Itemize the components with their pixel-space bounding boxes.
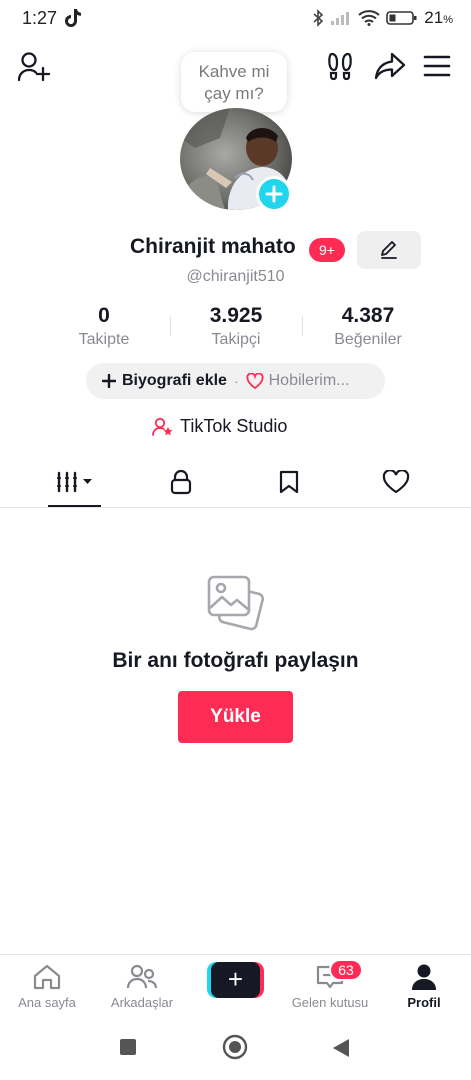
tiktok-studio-link[interactable]: TikTok Studio	[152, 416, 287, 437]
nav-profile-label: Profil	[407, 995, 441, 1010]
battery-level: 21%	[424, 8, 453, 27]
likes-count: 4.387	[341, 304, 395, 327]
friends-icon	[126, 964, 158, 989]
heart-icon	[246, 373, 264, 389]
empty-state-title: Bir anı fotoğrafı paylaşın	[112, 649, 359, 672]
add-friend-button[interactable]	[14, 50, 54, 84]
profile-icon	[412, 964, 436, 990]
edit-profile-button[interactable]	[357, 231, 421, 269]
share-icon	[374, 52, 406, 80]
recent-apps-icon[interactable]	[118, 1037, 138, 1057]
nav-friends-label: Arkadaşlar	[110, 995, 174, 1010]
followers-count: 3.925	[209, 304, 263, 327]
profile-stats: 0 Takipte 3.925 Takipçi 4.387 Beğeniler	[0, 304, 471, 354]
following-count: 0	[98, 304, 110, 327]
bookmark-icon	[279, 470, 299, 494]
profile-note-bubble[interactable]: Kahve mi çay mı?	[181, 52, 287, 112]
bio-separator: ·	[233, 373, 239, 389]
stat-divider	[170, 316, 171, 336]
active-tab-indicator	[48, 505, 101, 507]
nav-profile[interactable]: Profil	[379, 963, 469, 1010]
upload-button[interactable]: Yükle	[178, 691, 293, 743]
pencil-icon	[381, 241, 397, 259]
inbox-badge: 63	[329, 959, 363, 981]
nav-home[interactable]: Ana sayfa	[2, 963, 92, 1010]
lock-icon	[170, 469, 192, 495]
following-label: Takipte	[78, 331, 130, 348]
name-row: Chiranjit mahato 9+	[0, 231, 471, 269]
followers-stat[interactable]: 3.925 Takipçi	[186, 304, 286, 349]
profile-views-button[interactable]	[324, 48, 358, 84]
tiktok-logo-icon	[65, 9, 81, 27]
tab-private[interactable]	[155, 456, 207, 508]
battery-icon	[386, 11, 417, 25]
hobbies-label: Hobilerim...	[268, 372, 350, 389]
create-plus-icon: +	[211, 962, 260, 998]
signal-icon	[331, 12, 350, 25]
profile-tabs	[0, 456, 471, 508]
system-navigation-bar	[0, 1020, 471, 1080]
status-bar: 1:27 21%	[0, 0, 471, 36]
back-triangle-icon[interactable]	[330, 1037, 352, 1059]
bluetooth-icon	[313, 9, 324, 27]
status-time: 1:27	[22, 8, 58, 28]
stat-divider	[302, 316, 303, 336]
photos-icon	[207, 575, 265, 631]
nav-home-label: Ana sayfa	[18, 995, 76, 1010]
username: @chiranjit510	[186, 268, 285, 285]
plus-icon	[102, 374, 116, 388]
tab-videos[interactable]	[48, 456, 101, 508]
share-profile-button[interactable]	[372, 48, 408, 84]
create-button[interactable]: +	[207, 962, 264, 998]
tab-liked[interactable]	[370, 456, 422, 508]
hobbies-button[interactable]: Hobilerim...	[246, 372, 350, 390]
add-bio-button[interactable]: Biyografi ekle	[102, 372, 227, 390]
likes-label: Beğeniler	[334, 331, 402, 348]
add-bio-label: Biyografi ekle	[122, 372, 227, 389]
note-line-1: Kahve mi	[198, 62, 270, 81]
hamburger-menu-icon	[423, 55, 451, 77]
wifi-icon	[358, 10, 380, 26]
display-name: Chiranjit mahato	[130, 235, 296, 258]
tiktok-studio-label: TikTok Studio	[180, 416, 288, 436]
likes-stat[interactable]: 4.387 Beğeniler	[313, 304, 423, 349]
home-circle-icon[interactable]	[222, 1034, 248, 1060]
home-icon	[33, 964, 61, 990]
notification-badge[interactable]: 9+	[309, 238, 345, 262]
bottom-nav: Ana sayfa Arkadaşlar + Gelen kutusu 63 P…	[0, 954, 471, 1020]
add-story-button[interactable]	[256, 176, 292, 212]
grid-dropdown-icon	[56, 471, 92, 493]
heart-outline-icon	[382, 470, 410, 494]
following-stat[interactable]: 0 Takipte	[54, 304, 154, 349]
bio-pill[interactable]: Biyografi ekle · Hobilerim...	[86, 363, 385, 399]
note-line-2: çay mı?	[204, 84, 264, 103]
nav-inbox-label: Gelen kutusu	[291, 995, 369, 1010]
footprints-icon	[328, 52, 352, 81]
followers-label: Takipçi	[211, 331, 261, 348]
tab-favorites[interactable]	[263, 456, 315, 508]
menu-button[interactable]	[421, 50, 453, 82]
creator-star-icon	[152, 417, 173, 436]
add-person-icon	[17, 52, 51, 82]
nav-friends[interactable]: Arkadaşlar	[97, 963, 187, 1010]
plus-icon	[265, 185, 283, 203]
